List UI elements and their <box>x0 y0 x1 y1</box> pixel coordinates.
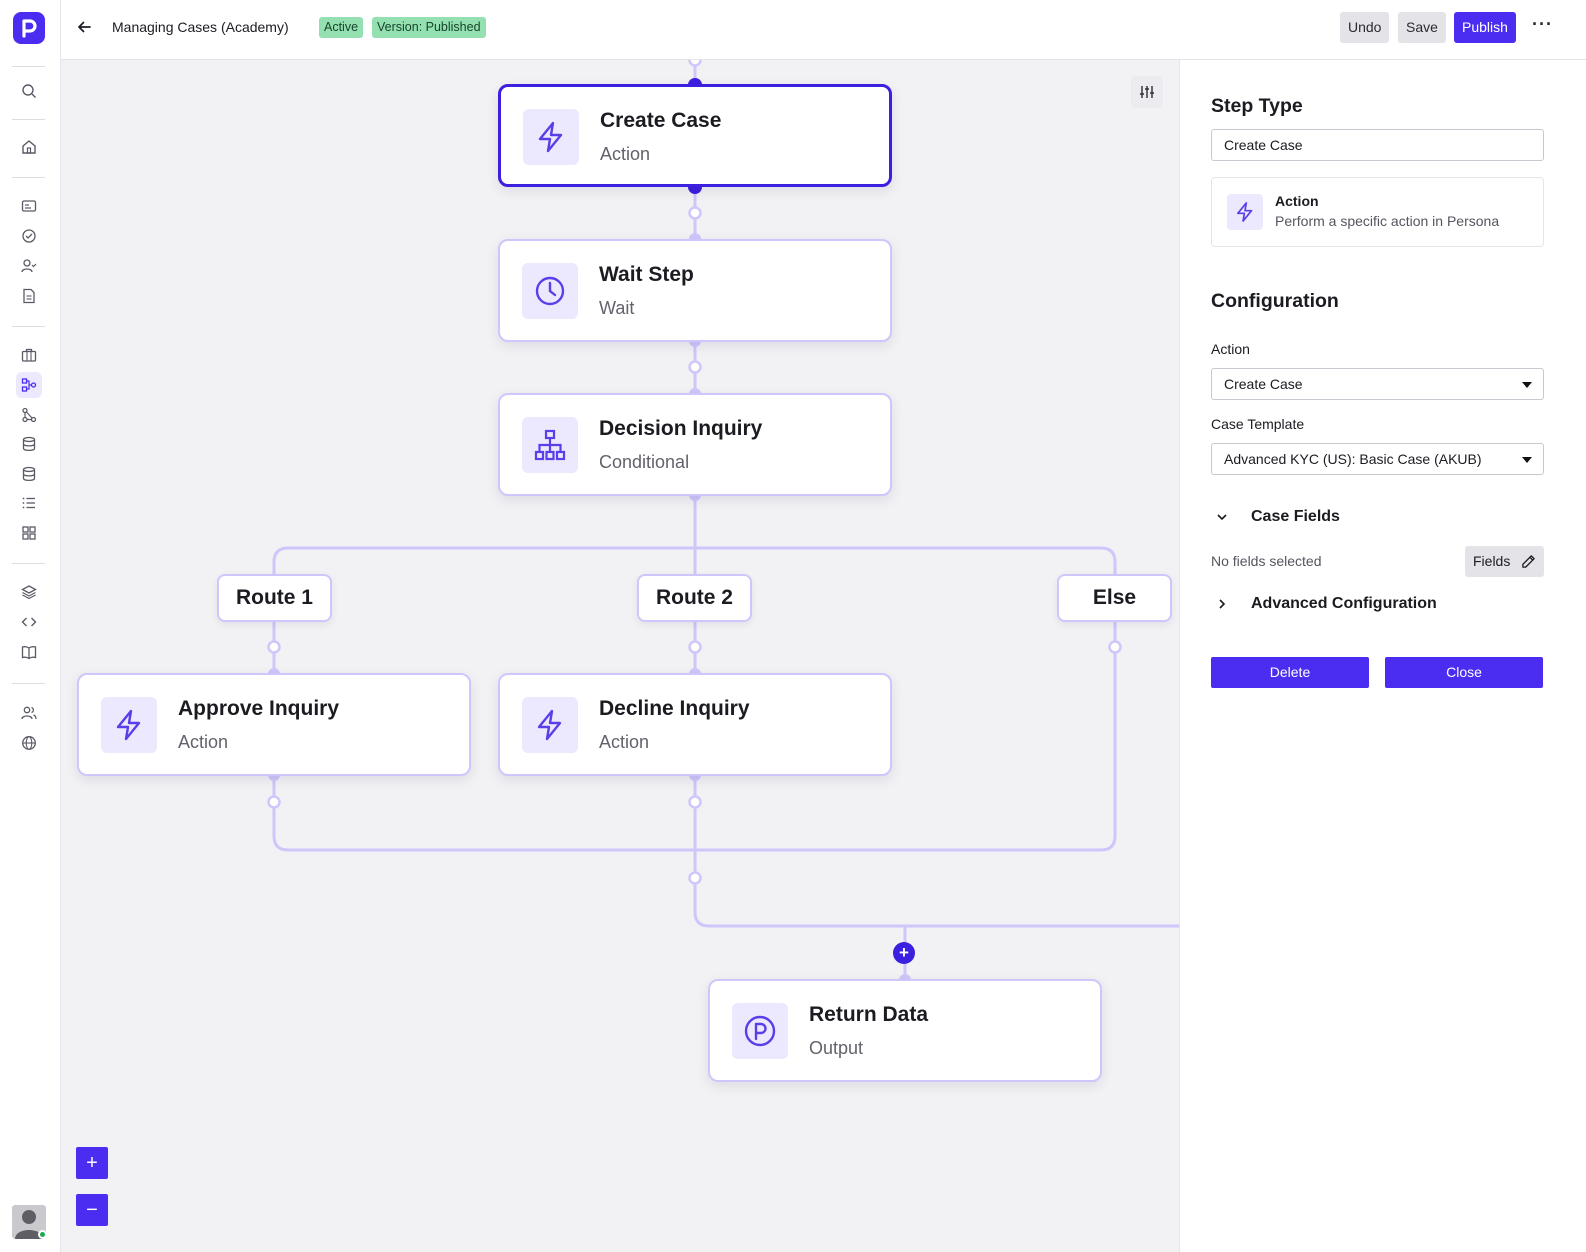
case-fields-toggle[interactable]: Case Fields <box>1211 506 1544 530</box>
user-check-icon[interactable] <box>16 253 42 279</box>
case-template-label: Case Template <box>1211 416 1305 432</box>
chevron-right-icon <box>1219 599 1226 609</box>
step-type-card-title: Action <box>1275 193 1319 209</box>
globe-icon[interactable] <box>16 730 42 756</box>
pencil-icon <box>1522 555 1535 568</box>
action-label: Action <box>1211 341 1250 357</box>
list-icon[interactable] <box>16 490 42 516</box>
node-title: Wait Step <box>599 263 694 286</box>
node-subtitle: Action <box>599 732 650 752</box>
node-title: Create Case <box>600 109 722 132</box>
workflow-node-decision-inquiry[interactable]: Decision Inquiry Conditional <box>498 393 892 496</box>
book-icon[interactable] <box>16 639 42 665</box>
left-nav <box>0 0 61 1252</box>
node-title: Return Data <box>809 1003 929 1026</box>
node-title: Decline Inquiry <box>599 697 750 720</box>
zoom-in-button[interactable]: + <box>76 1147 108 1179</box>
database-icon[interactable] <box>16 461 42 487</box>
action-select[interactable]: Create Case <box>1211 368 1544 400</box>
grid-icon[interactable] <box>16 520 42 546</box>
undo-button[interactable]: Undo <box>1340 12 1390 43</box>
chevron-down-icon <box>1217 514 1227 521</box>
node-subtitle: Output <box>809 1038 864 1058</box>
node-subtitle: Action <box>600 144 651 164</box>
persona-logo-icon <box>22 19 37 38</box>
nav-divider <box>12 326 45 327</box>
advanced-config-label: Advanced Configuration <box>1251 595 1437 612</box>
layers-icon[interactable] <box>16 579 42 605</box>
node-subtitle: Wait <box>599 298 635 318</box>
close-button[interactable]: Close <box>1385 657 1543 688</box>
more-options-icon[interactable]: ··· <box>1532 14 1556 40</box>
save-button[interactable]: Save <box>1398 12 1446 43</box>
fields-button-label: Fields <box>1473 553 1511 569</box>
database-icon[interactable] <box>16 431 42 457</box>
online-status-dot <box>38 1230 47 1239</box>
briefcase-icon[interactable] <box>16 342 42 368</box>
route-label-else[interactable]: Else <box>1057 574 1172 622</box>
check-circle-icon[interactable] <box>16 223 42 249</box>
page-title: Managing Cases (Academy) <box>112 19 289 35</box>
graph-icon[interactable] <box>16 402 42 428</box>
delete-button[interactable]: Delete <box>1211 657 1369 688</box>
workflow-node-wait-step[interactable]: Wait Step Wait <box>498 239 892 342</box>
nav-divider <box>12 119 45 120</box>
nav-divider <box>12 177 45 178</box>
search-icon[interactable] <box>16 78 42 104</box>
step-type-field[interactable]: Create Case <box>1211 129 1544 161</box>
caret-down-icon <box>1522 457 1532 463</box>
zoom-out-button[interactable]: − <box>76 1194 108 1226</box>
nav-divider <box>12 683 45 684</box>
case-fields-label: Case Fields <box>1251 508 1340 525</box>
lightning-icon <box>523 109 579 165</box>
action-select-value: Create Case <box>1224 376 1303 392</box>
workflows-icon[interactable] <box>16 372 42 398</box>
workflow-node-decline-inquiry[interactable]: Decline Inquiry Action <box>498 673 892 776</box>
lightning-icon <box>1227 194 1263 230</box>
canvas-settings-icon[interactable] <box>1131 76 1163 108</box>
id-card-icon[interactable] <box>16 193 42 219</box>
add-step-button[interactable]: + <box>893 942 915 964</box>
document-icon[interactable] <box>16 283 42 309</box>
no-fields-text: No fields selected <box>1211 553 1322 569</box>
node-title: Approve Inquiry <box>178 697 340 720</box>
workflow-node-create-case[interactable]: Create Case Action <box>498 84 892 187</box>
top-bar: Managing Cases (Academy) Active Version:… <box>61 0 1586 60</box>
route-label-1[interactable]: Route 1 <box>217 574 332 622</box>
node-subtitle: Conditional <box>599 452 690 472</box>
step-type-heading: Step Type <box>1211 95 1303 117</box>
route-label-2[interactable]: Route 2 <box>637 574 752 622</box>
caret-down-icon <box>1522 382 1532 388</box>
version-badge: Version: Published <box>372 17 486 38</box>
step-config-panel: Step Type Create Case Action Perform a s… <box>1179 60 1586 1252</box>
status-badge: Active <box>319 17 364 38</box>
team-icon[interactable] <box>16 700 42 726</box>
clock-icon <box>522 263 578 319</box>
configuration-heading: Configuration <box>1211 290 1339 312</box>
workflow-node-return-data[interactable]: Return Data Output <box>708 979 1102 1082</box>
persona-logo-icon <box>732 1003 788 1059</box>
case-template-select-value: Advanced KYC (US): Basic Case (AKUB) <box>1224 451 1482 467</box>
node-subtitle: Action <box>178 732 229 752</box>
lightning-icon <box>101 697 157 753</box>
persona-logo[interactable] <box>13 12 45 44</box>
back-arrow-icon[interactable] <box>74 17 94 37</box>
case-template-select[interactable]: Advanced KYC (US): Basic Case (AKUB) <box>1211 443 1544 475</box>
publish-button[interactable]: Publish <box>1454 12 1516 43</box>
nav-divider <box>12 563 45 564</box>
lightning-icon <box>522 697 578 753</box>
home-icon[interactable] <box>16 134 42 160</box>
node-title: Decision Inquiry <box>599 417 763 440</box>
step-type-card: Action Perform a specific action in Pers… <box>1211 177 1544 247</box>
workflow-canvas[interactable]: Create Case Action Wait Step Wait Decisi… <box>61 60 1179 1252</box>
step-type-card-description: Perform a specific action in Persona <box>1275 213 1500 229</box>
code-icon[interactable] <box>16 609 42 635</box>
workflow-node-approve-inquiry[interactable]: Approve Inquiry Action <box>77 673 471 776</box>
advanced-config-toggle[interactable]: Advanced Configuration <box>1211 593 1544 617</box>
hierarchy-icon <box>522 417 578 473</box>
fields-button[interactable]: Fields <box>1465 546 1544 577</box>
nav-divider <box>12 66 45 67</box>
